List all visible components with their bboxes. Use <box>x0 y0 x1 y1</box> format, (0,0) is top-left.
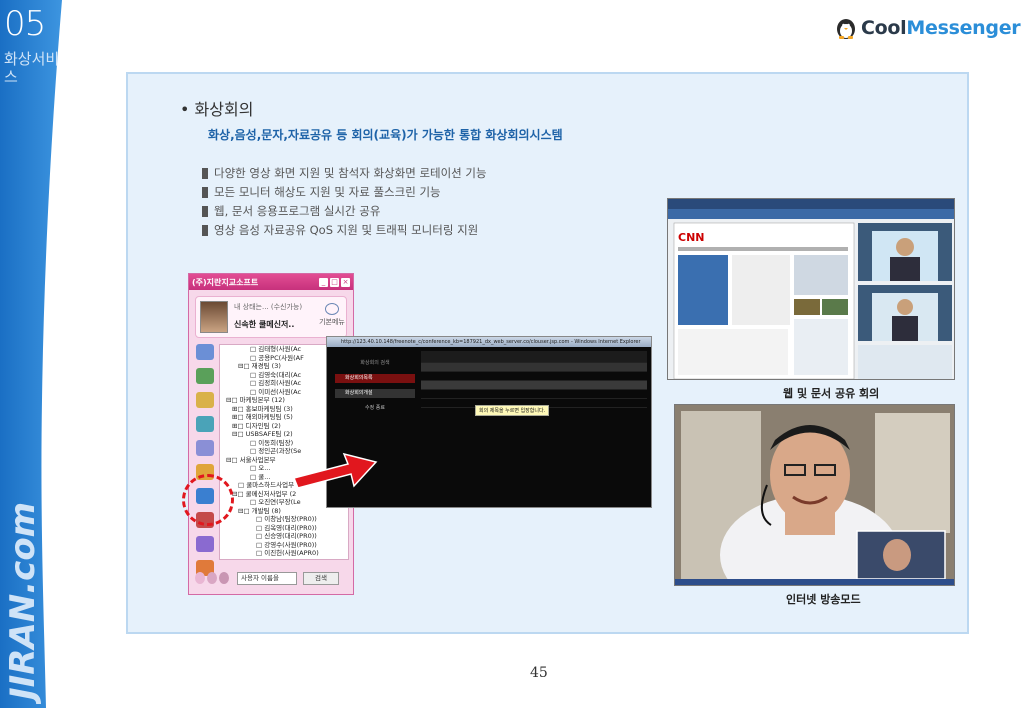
message-icon[interactable] <box>196 368 214 384</box>
conference-tooltip: 회의 제목을 누르면 입장합니다. <box>475 405 550 416</box>
profile-box: 내 상태는... (수신가능) 신속한 쿨메신저.. 기본메뉴 <box>195 296 347 338</box>
messenger-sidebar <box>193 344 217 576</box>
logo-text-messenger: Messenger <box>906 17 1021 39</box>
conference-left-label: 화상회의 검색 <box>360 360 390 366</box>
feature-text: 다양한 영상 화면 지원 및 참석자 화상화면 로테이션 기능 <box>214 166 487 180</box>
bullet-square-icon <box>202 206 208 217</box>
feature-text: 모든 모니터 해상도 지원 및 자료 풀스크린 기능 <box>214 185 441 199</box>
conference-list-button[interactable]: 화상회의목록 <box>335 374 415 383</box>
status-dot-icon[interactable] <box>219 572 229 584</box>
web-share-caption: 웹 및 문서 공유 회의 <box>783 387 880 400</box>
chapter-title: 화상서비스 <box>4 50 60 86</box>
share-icon[interactable] <box>196 536 214 552</box>
gear-icon <box>325 303 339 315</box>
messenger-title: (주)지란지교소프트 <box>192 277 259 287</box>
minimize-icon[interactable]: _ <box>319 277 328 287</box>
conference-small-buttons[interactable]: 수정 종료 <box>335 404 415 411</box>
logo-text-cool: Cool <box>861 17 907 39</box>
web-share-screenshot: CNN <box>667 198 955 380</box>
conference-row[interactable] <box>421 381 647 390</box>
bullet-square-icon <box>202 187 208 198</box>
section-subtitle: 화상,음성,문자,자료공유 등 회의(교육)가 가능한 통합 화상회의시스템 <box>208 128 563 142</box>
conference-titlebar: http://123.40.10.148/freenote_c/conferen… <box>327 337 651 347</box>
basic-menu-label: 기본메뉴 <box>319 318 345 326</box>
tree-row[interactable]: □ 이진헌(사원(APR0) <box>220 549 348 558</box>
messenger-titlebar: (주)지란지교소프트 _ □ × <box>189 274 353 290</box>
contacts-icon[interactable] <box>196 344 214 360</box>
avatar[interactable] <box>200 301 228 333</box>
conference-row[interactable] <box>421 372 647 381</box>
user-search-input[interactable]: 사용자 이름을 <box>237 572 297 585</box>
close-icon[interactable]: × <box>341 277 350 287</box>
red-arrow-icon <box>292 452 378 489</box>
user-name: 신속한 쿨메신저.. <box>234 320 295 329</box>
feature-item: 모든 모니터 해상도 지원 및 자료 풀스크린 기능 <box>202 183 487 202</box>
svg-text:CNN: CNN <box>678 231 705 244</box>
bullet-square-icon <box>202 225 208 236</box>
tree-row[interactable]: □ 강영수(사원(PR0)) <box>220 541 348 550</box>
basic-menu-button[interactable]: 기본메뉴 <box>318 303 346 327</box>
broadcast-screenshot <box>674 404 955 586</box>
home-icon[interactable] <box>196 416 214 432</box>
chapter-number: 05 <box>4 4 46 44</box>
conference-table-header <box>421 363 647 372</box>
maximize-icon[interactable]: □ <box>330 277 339 287</box>
status-dot-icon[interactable] <box>195 572 205 584</box>
section-title: • 화상회의 <box>180 100 254 119</box>
conference-search-bar[interactable] <box>421 351 647 363</box>
content-panel: • 화상회의 화상,음성,문자,자료공유 등 회의(교육)가 가능한 통합 화상… <box>126 72 969 634</box>
feature-item: 웹, 문서 응용프로그램 실시간 공유 <box>202 202 487 221</box>
document-icon[interactable] <box>196 440 214 456</box>
section-title-text: 화상회의 <box>194 100 254 119</box>
broadcast-caption: 인터넷 방송모드 <box>786 593 861 606</box>
page-number: 45 <box>530 665 548 681</box>
bullet-square-icon <box>202 168 208 179</box>
feature-item: 영상 음성 자료공유 QoS 지원 및 트래픽 모니터링 지원 <box>202 221 487 240</box>
conference-table <box>421 351 647 408</box>
highlight-circle <box>182 474 234 526</box>
feature-text: 영상 음성 자료공유 QoS 지원 및 트래픽 모니터링 지원 <box>214 223 479 237</box>
side-brand: JIRAN.com <box>2 468 42 704</box>
conference-row[interactable] <box>421 390 647 399</box>
tree-row[interactable]: □ 김옥영(대리(PR0)) <box>220 524 348 533</box>
side-strip: 05 화상서비스 JIRAN.com <box>0 0 62 708</box>
tree-row[interactable]: □ 이창남(팀장(PR0)) <box>220 515 348 524</box>
feature-list: 다양한 영상 화면 지원 및 참석자 화상화면 로테이션 기능 모든 모니터 해… <box>202 164 487 240</box>
tree-row[interactable]: □ 신승영(대리(PR0)) <box>220 532 348 541</box>
note-icon[interactable] <box>196 392 214 408</box>
search-button[interactable]: 검색 <box>303 572 339 585</box>
conference-create-button[interactable]: 화상회의개설 <box>335 389 415 398</box>
messenger-bottom-bar: 사용자 이름을 검색 <box>193 568 351 590</box>
conference-left-menu: 화상회의 검색 화상회의목록 화상회의개설 수정 종료 <box>335 359 415 411</box>
status-label[interactable]: 내 상태는... (수신가능) <box>234 302 302 312</box>
feature-text: 웹, 문서 응용프로그램 실시간 공유 <box>214 204 381 218</box>
brand-vertical-text: JIRAN.com <box>3 502 42 704</box>
coolmessenger-logo: Cool Messenger <box>835 16 1021 40</box>
status-dot-icon[interactable] <box>207 572 217 584</box>
feature-item: 다양한 영상 화면 지원 및 참석자 화상화면 로테이션 기능 <box>202 164 487 183</box>
penguin-icon <box>837 19 855 39</box>
